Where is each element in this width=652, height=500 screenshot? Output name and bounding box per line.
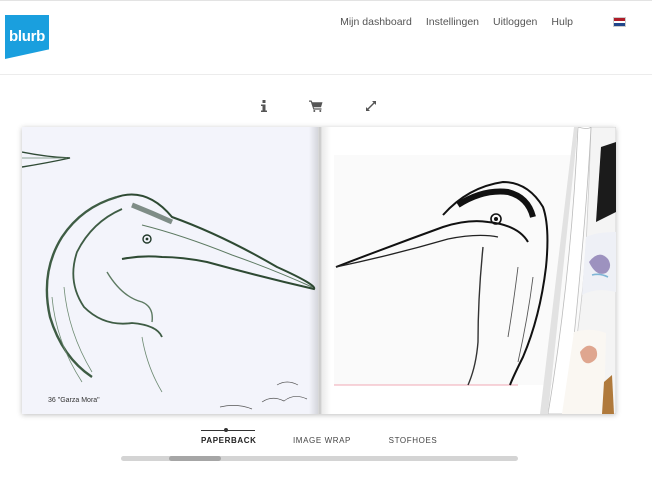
- page-scrollbar[interactable]: [121, 456, 518, 461]
- nav-help-link[interactable]: Hulp: [551, 16, 573, 28]
- active-tab-dot: [224, 428, 228, 432]
- top-nav: Mijn dashboard Instellingen Uitloggen Hu…: [340, 15, 652, 29]
- dutch-flag-icon[interactable]: [613, 17, 626, 27]
- page-curl: [540, 127, 616, 414]
- page-caption: 36 "Garza Mora": [48, 397, 100, 404]
- blurb-logo[interactable]: blurb: [5, 15, 49, 59]
- info-icon[interactable]: [255, 98, 273, 114]
- left-page: 36 "Garza Mora": [22, 127, 318, 414]
- tab-stofhoes[interactable]: STOFHOES: [384, 436, 442, 445]
- scrollbar-thumb[interactable]: [169, 456, 221, 461]
- preview-toolbar: [0, 98, 652, 114]
- nav-dashboard-link[interactable]: Mijn dashboard: [340, 16, 412, 28]
- tab-paperback[interactable]: PAPERBACK: [201, 436, 256, 445]
- cart-icon[interactable]: [307, 98, 325, 114]
- expand-icon[interactable]: [362, 98, 380, 114]
- active-tab-indicator: [201, 430, 255, 431]
- book-preview[interactable]: 36 "Garza Mora": [22, 127, 616, 414]
- nav-settings-link[interactable]: Instellingen: [426, 16, 479, 28]
- right-page: [318, 127, 616, 414]
- top-border: [0, 0, 652, 1]
- heron-sketch-green: [22, 151, 316, 410]
- header-divider: [0, 74, 652, 75]
- tab-image-wrap[interactable]: IMAGE WRAP: [286, 436, 358, 445]
- format-tabs: PAPERBACK IMAGE WRAP STOFHOES: [0, 428, 652, 450]
- logo-text: blurb: [9, 27, 45, 45]
- nav-logout-link[interactable]: Uitloggen: [493, 16, 537, 28]
